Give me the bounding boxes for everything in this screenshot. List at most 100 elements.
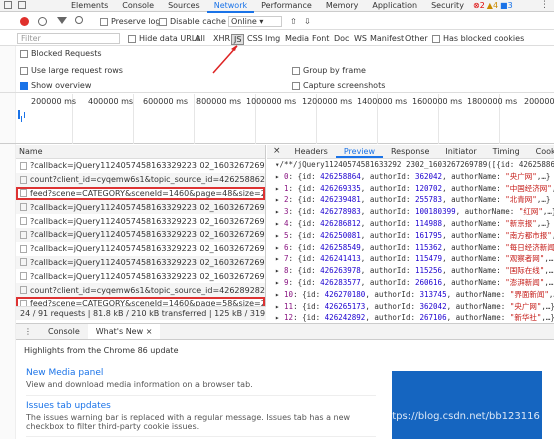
checkbox-box	[20, 66, 28, 75]
preview-line[interactable]: ▸ 8: {id: 426263978, authorId: 115256, a…	[275, 265, 554, 277]
json-punct: , authorName:	[442, 218, 506, 228]
json-value: 114988	[414, 218, 443, 228]
preview-line[interactable]: ▸ 5: {id: 426250081, authorId: 161795, a…	[275, 230, 554, 242]
type-manifest[interactable]: Manifest	[370, 34, 404, 43]
preview-line[interactable]: ▸ 0: {id: 426258864, authorId: 362042, a…	[275, 171, 554, 183]
type-all[interactable]: All	[195, 34, 205, 43]
type-xhr[interactable]: XHR	[213, 34, 230, 43]
tab-sources[interactable]: Sources	[161, 0, 207, 13]
blocked-requests-checkbox[interactable]: Blocked Requests	[20, 49, 102, 58]
tab-performance[interactable]: Performance	[254, 0, 319, 13]
preview-line[interactable]: ▸ 9: {id: 426283577, authorId: 260616, a…	[275, 277, 554, 289]
type-js[interactable]: JS	[231, 34, 245, 45]
drawer-tab-console[interactable]: Console	[40, 324, 88, 339]
json-punct: , authorName:	[442, 183, 506, 193]
tab-cookies[interactable]: Cookies	[528, 145, 554, 158]
timeline-overview[interactable]: 200000 ms 400000 ms 600000 ms 800000 ms …	[0, 94, 554, 144]
news-item[interactable]: New Media panel View and download media …	[26, 368, 376, 396]
news-title[interactable]: Issues tab updates	[26, 401, 376, 411]
hide-data-urls-checkbox[interactable]: Hide data URLs	[128, 34, 200, 43]
video-thumbnail[interactable]	[392, 371, 542, 439]
filter-input[interactable]: Filter	[17, 33, 120, 44]
tab-initiator[interactable]: Initiator	[437, 145, 484, 158]
request-row[interactable]: ?callback=jQuery1124057458163329223 02_1…	[16, 269, 265, 283]
tab-timing[interactable]: Timing	[485, 145, 528, 158]
drawer-menu-icon[interactable]: ⋮	[16, 324, 40, 339]
tab-headers[interactable]: Headers	[287, 145, 336, 158]
tab-preview[interactable]: Preview	[335, 145, 383, 158]
type-media[interactable]: Media	[285, 34, 309, 43]
json-value: 115256	[414, 266, 443, 276]
preview-line[interactable]: ▸ 2: {id: 426239481, authorId: 255783, a…	[275, 194, 554, 206]
json-value: 426269335	[320, 183, 361, 193]
request-row[interactable]: ?callback=jQuery1124057458163329223 02_1…	[16, 227, 265, 242]
name-column-header[interactable]: Name	[16, 145, 265, 159]
json-preview[interactable]: ▾/**/jQuery11240574581633292 2302_160326…	[267, 159, 554, 336]
type-other[interactable]: Other	[405, 34, 428, 43]
close-icon[interactable]: ×	[267, 145, 287, 158]
tab-elements[interactable]: Elements	[64, 0, 115, 13]
json-value: 11	[284, 301, 294, 311]
checkbox-box	[100, 17, 108, 26]
device-toolbar-icon[interactable]	[18, 1, 26, 9]
tab-application[interactable]: Application	[365, 0, 424, 13]
clear-icon[interactable]	[38, 17, 47, 26]
drawer-tab-whats-new[interactable]: What's New ×	[87, 324, 161, 339]
type-img[interactable]: Img	[265, 34, 280, 43]
preview-header-text: /**/jQuery11240574581633292 2302_1603267…	[279, 160, 554, 169]
preview-header-line[interactable]: ▾/**/jQuery11240574581633292 2302_160326…	[275, 159, 554, 171]
group-by-frame-checkbox[interactable]: Group by frame	[292, 66, 366, 75]
request-row[interactable]: count?client_id=cyqemw6s1&topic_source_i…	[16, 283, 265, 297]
request-name: count?client_id=cyqemw6s1&topic_source_i…	[30, 285, 265, 295]
search-icon[interactable]	[75, 16, 83, 24]
inspect-icon[interactable]	[4, 1, 12, 9]
issue-badges[interactable]: ⊗2 ▲4 ■3	[473, 1, 513, 10]
export-icon[interactable]: ⇩	[304, 17, 311, 26]
request-row-highlighted[interactable]: feed?scene=CATEGORY&sceneId=1460&page=48…	[16, 186, 265, 201]
preview-line[interactable]: ▸ 1: {id: 426269335, authorId: 120702, a…	[275, 183, 554, 195]
preview-line[interactable]: ▸ 6: {id: 426258549, authorId: 115362, a…	[275, 242, 554, 254]
has-blocked-cookies-checkbox[interactable]: Has blocked cookies	[432, 34, 524, 43]
tab-security[interactable]: Security	[424, 0, 471, 13]
preview-line[interactable]: ▸ 4: {id: 426286812, authorId: 114988, a…	[275, 218, 554, 230]
request-row[interactable]: ?callback=jQuery1124057458163329223 02_1…	[16, 159, 265, 173]
import-icon[interactable]: ⇧	[290, 17, 297, 26]
preview-line[interactable]: ▸ 11: {id: 426265173, authorId: 362042, …	[275, 301, 554, 313]
news-title[interactable]: New Media panel	[26, 368, 376, 378]
record-icon[interactable]	[20, 17, 29, 26]
tab-memory[interactable]: Memory	[319, 0, 366, 13]
disable-cache-checkbox[interactable]: Disable cache	[159, 17, 226, 26]
request-row[interactable]: ?callback=jQuery1124057458163329223 02_1…	[16, 200, 265, 215]
preview-line[interactable]: ▸ 3: {id: 426278983, authorId: 100180399…	[275, 206, 554, 218]
request-row[interactable]: ?callback=jQuery1124057458163329223 02_1…	[16, 255, 265, 270]
info-count-value: 3	[507, 1, 513, 10]
json-value: "红网"	[518, 207, 543, 217]
whats-new-label: What's New	[95, 327, 144, 336]
request-row[interactable]: ?callback=jQuery1124057458163329223 02_1…	[16, 242, 265, 256]
json-punct: ▸	[275, 301, 285, 311]
throttle-select[interactable]: Online ▾	[228, 16, 282, 27]
capture-screenshots-checkbox[interactable]: Capture screenshots	[292, 81, 385, 90]
json-value: 426270180	[324, 289, 366, 299]
news-item[interactable]: Issues tab updates The issues warning ba…	[26, 401, 376, 437]
tab-console[interactable]: Console	[115, 0, 161, 13]
preserve-log-checkbox[interactable]: Preserve log	[100, 17, 161, 26]
json-punct: , authorId:	[360, 171, 415, 181]
type-css[interactable]: CSS	[247, 34, 263, 43]
request-row[interactable]: ?callback=jQuery1124057458163329223 02_1…	[16, 214, 265, 228]
tab-network[interactable]: Network	[206, 0, 255, 13]
file-icon	[20, 203, 27, 212]
json-value: 362042	[419, 301, 447, 311]
json-value: "观察者网"	[505, 254, 545, 264]
show-overview-checkbox[interactable]: Show overview	[20, 81, 91, 90]
type-font[interactable]: Font	[312, 34, 329, 43]
request-row[interactable]: count?client_id=cyqemw6s1&topic_source_i…	[16, 172, 265, 187]
preview-line[interactable]: ▸ 10: {id: 426270180, authorId: 313745, …	[275, 289, 554, 301]
large-rows-checkbox[interactable]: Use large request rows	[20, 66, 123, 75]
more-options-icon[interactable]: ⋮	[540, 0, 549, 10]
type-doc[interactable]: Doc	[334, 34, 349, 43]
tab-response[interactable]: Response	[383, 145, 437, 158]
filter-icon[interactable]	[57, 17, 67, 24]
type-ws[interactable]: WS	[354, 34, 367, 43]
preview-line[interactable]: ▸ 7: {id: 426241413, authorId: 115479, a…	[275, 253, 554, 265]
